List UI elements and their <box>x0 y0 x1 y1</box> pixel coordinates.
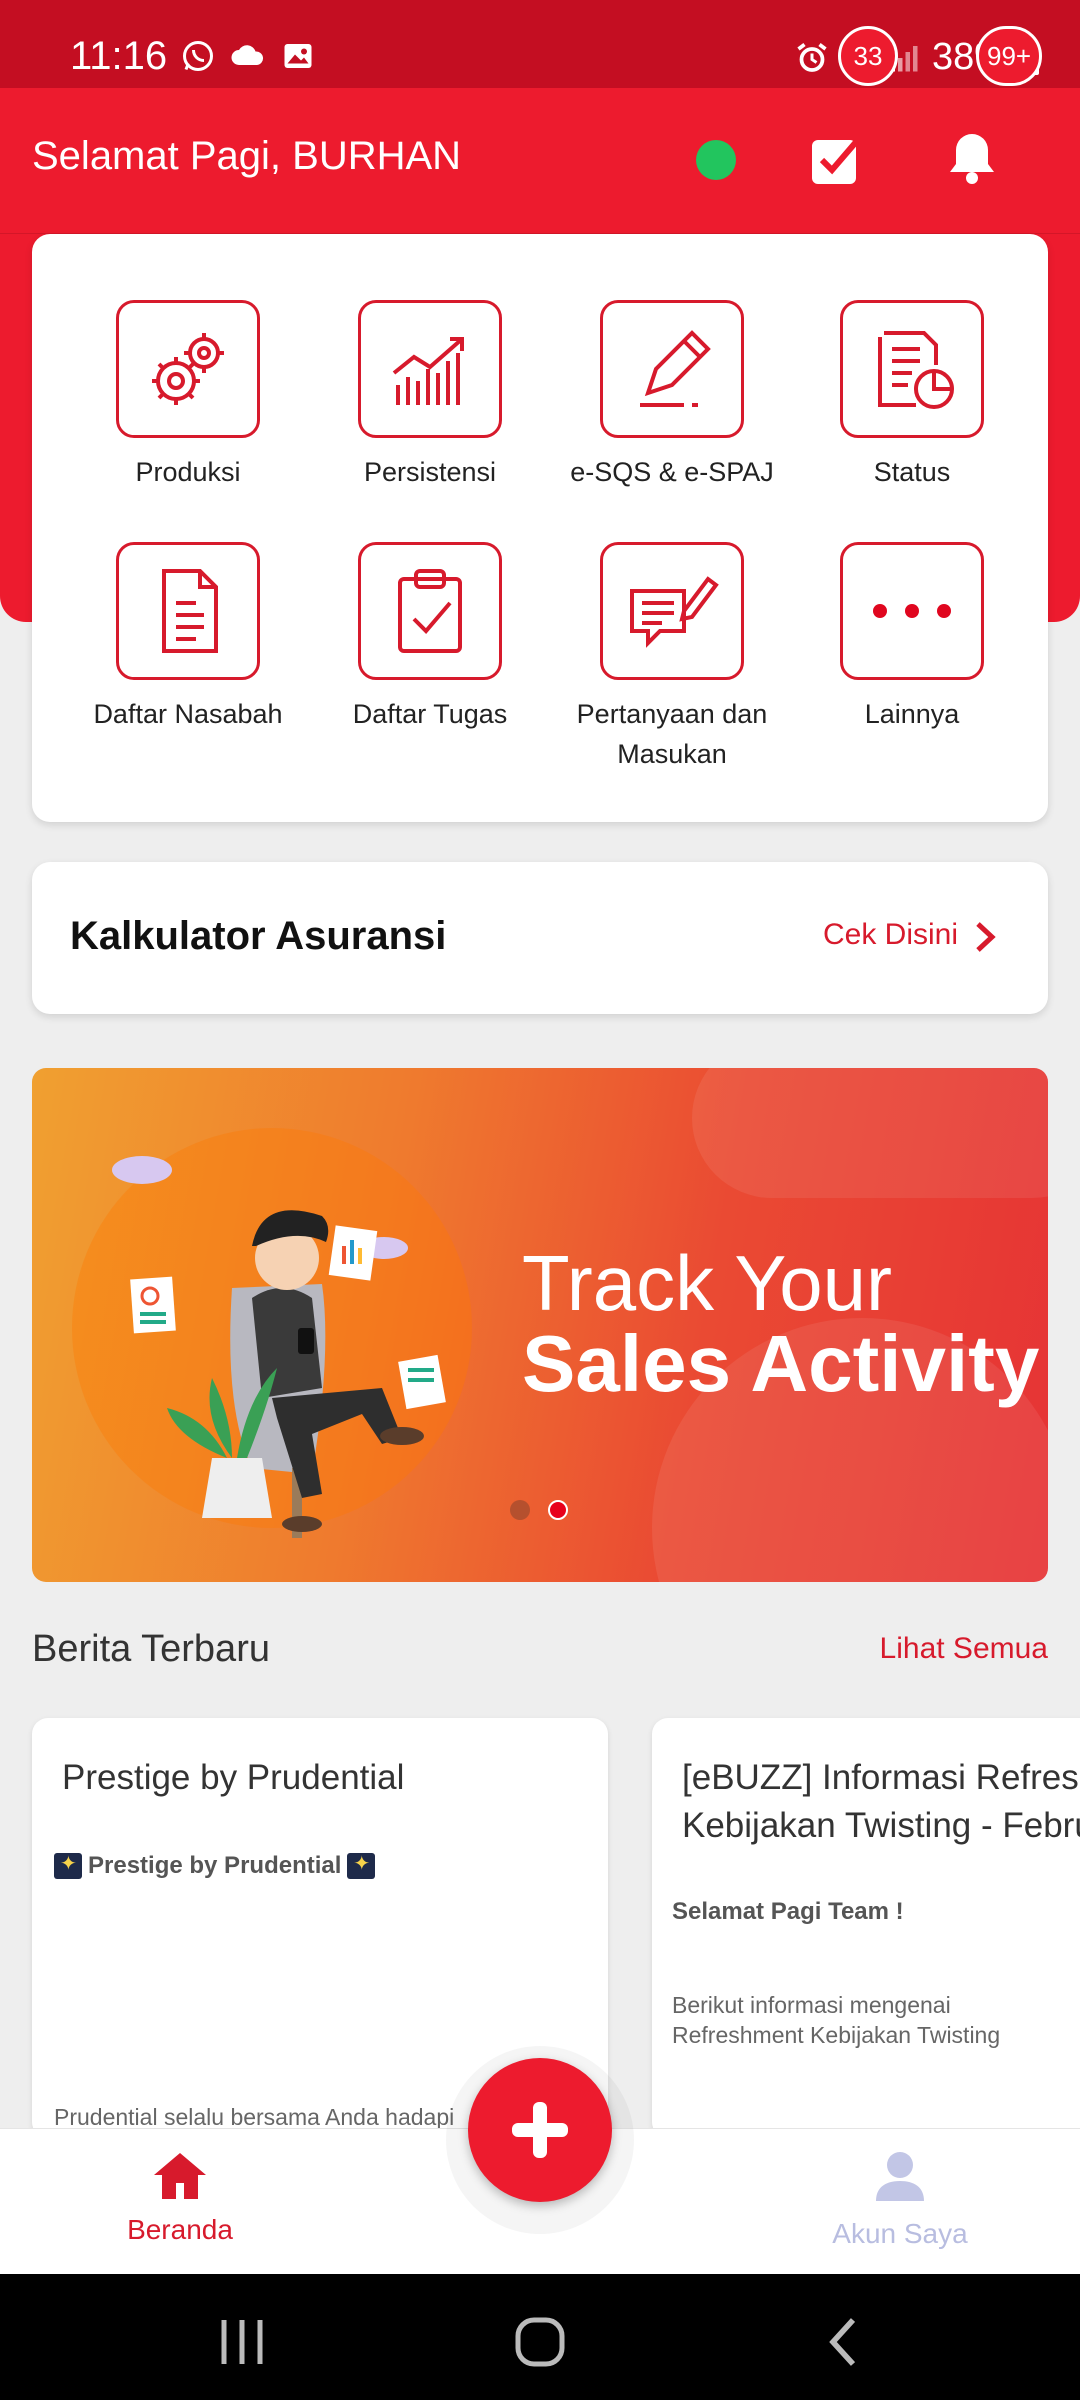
menu-label: Persistensi <box>363 457 497 487</box>
menu-icon-box[interactable] <box>600 542 744 680</box>
calculator-title: Kalkulator Asuransi <box>70 914 447 958</box>
news-card-subtitle: Selamat Pagi Team ! <box>672 1898 904 1925</box>
system-navigation-bar <box>0 2274 1080 2400</box>
menu-icon-box[interactable] <box>840 542 984 680</box>
greeting-text: Selamat Pagi, BURHAN <box>32 134 462 178</box>
menu-icon-box[interactable] <box>600 300 744 438</box>
news-card-subtitle: Prestige by Prudential <box>54 1851 376 1880</box>
pencil-icon <box>640 330 711 407</box>
menu-label: Produksi <box>135 457 241 487</box>
quick-menu-card: Produksi Persistensi e-SQS & e-SPAJ Stat… <box>32 234 1048 822</box>
clipboard-check-icon <box>398 569 462 653</box>
menu-label: Daftar Nasabah <box>93 699 283 729</box>
menu-item-pertanyaan-masukan[interactable]: Pertanyaan dan Masukan <box>552 542 792 774</box>
cloud-icon <box>231 45 264 65</box>
menu-item-daftar-tugas[interactable]: Daftar Tugas <box>310 542 550 734</box>
check-here-link[interactable]: Cek Disini <box>823 918 958 952</box>
user-icon <box>876 2152 924 2201</box>
sparkle-icon <box>347 1851 376 1879</box>
back-icon[interactable] <box>815 2312 875 2372</box>
more-dots-icon <box>873 604 951 618</box>
banner-bubble <box>692 1068 1048 1198</box>
menu-icon-box[interactable] <box>840 300 984 438</box>
menu-icon-box[interactable] <box>358 542 502 680</box>
news-card[interactable]: [eBUZZ] Informasi Refres Kebijakan Twist… <box>652 1718 1080 2138</box>
gears-icon <box>152 333 224 405</box>
whatsapp-icon <box>183 41 213 71</box>
carousel-dot[interactable] <box>510 1500 530 1520</box>
news-card-excerpt: Prudential selalu bersama Anda hadapi <box>54 2104 455 2130</box>
menu-icon-box[interactable] <box>116 542 260 680</box>
document-icon <box>162 569 218 653</box>
recent-apps-icon[interactable] <box>212 2312 272 2372</box>
menu-icon-box[interactable] <box>116 300 260 438</box>
app-header: Selamat Pagi, BURHAN <box>0 88 1080 234</box>
menu-label: Status <box>873 457 951 487</box>
nav-account[interactable]: Akun Saya <box>800 2149 1000 2250</box>
tasks-count-badge[interactable]: 33 <box>838 26 898 86</box>
promo-banner-carousel[interactable]: Track Your Sales Activity <box>32 1068 1048 1582</box>
alarm-icon <box>797 42 827 72</box>
menu-label: Lainnya <box>864 699 960 729</box>
nav-home-label: Beranda <box>127 2214 233 2245</box>
notifications-count-badge[interactable]: 99+ <box>976 26 1043 86</box>
menu-item-produksi[interactable]: Produksi <box>68 300 308 492</box>
menu-label: Pertanyaan dan Masukan <box>576 699 768 769</box>
menu-label: e-SQS & e-SPAJ <box>570 457 774 487</box>
menu-item-persistensi[interactable]: Persistensi <box>310 300 550 492</box>
news-card-subtitle-text: Prestige by Prudential <box>88 1852 342 1879</box>
carousel-dot-active[interactable] <box>548 1500 568 1520</box>
menu-item-daftar-nasabah[interactable]: Daftar Nasabah <box>68 542 308 734</box>
chevron-right-icon[interactable] <box>970 920 1000 954</box>
news-card-title: [eBUZZ] Informasi Refres Kebijakan Twist… <box>682 1758 1080 1845</box>
clock: 11:16 <box>70 34 168 78</box>
status-bar: 11:16 38% <box>0 0 1080 88</box>
insurance-calculator-card[interactable]: Kalkulator Asuransi Cek Disini <box>32 862 1048 1014</box>
sales-person-illustration <box>112 1156 446 1538</box>
menu-item-status[interactable]: Status <box>792 300 1032 492</box>
news-section-title: Berita Terbaru <box>32 1628 270 1670</box>
menu-label: Daftar Tugas <box>352 699 508 729</box>
status-notification-icons <box>180 38 316 74</box>
see-all-news-link[interactable]: Lihat Semua <box>880 1632 1048 1666</box>
menu-item-lainnya[interactable]: Lainnya <box>792 542 1032 734</box>
plus-icon <box>512 2102 568 2158</box>
nav-home[interactable]: Beranda <box>80 2149 280 2246</box>
online-status-indicator <box>696 140 736 180</box>
tasks-icon[interactable] <box>808 128 868 188</box>
feedback-icon <box>630 576 719 648</box>
growth-chart-icon <box>392 337 464 405</box>
add-button[interactable] <box>468 2058 612 2202</box>
news-card-title: Prestige by Prudential <box>62 1758 405 1797</box>
home-system-icon[interactable] <box>510 2312 570 2372</box>
carousel-indicator <box>510 1500 568 1520</box>
sparkle-icon <box>54 1851 82 1879</box>
banner-headline-line1: Track Your <box>522 1239 892 1327</box>
banner-headline-line2: Sales Activity <box>522 1319 1040 1408</box>
nav-account-label: Akun Saya <box>832 2218 968 2249</box>
menu-icon-box[interactable] <box>358 300 502 438</box>
bell-icon[interactable] <box>942 128 1002 188</box>
report-pie-icon <box>878 331 954 409</box>
news-card-excerpt: Berikut informasi mengenai Refreshment K… <box>672 1992 1001 2048</box>
menu-item-esqs-espaj[interactable]: e-SQS & e-SPAJ <box>552 300 792 492</box>
gallery-icon <box>284 44 312 68</box>
home-icon <box>154 2153 206 2199</box>
